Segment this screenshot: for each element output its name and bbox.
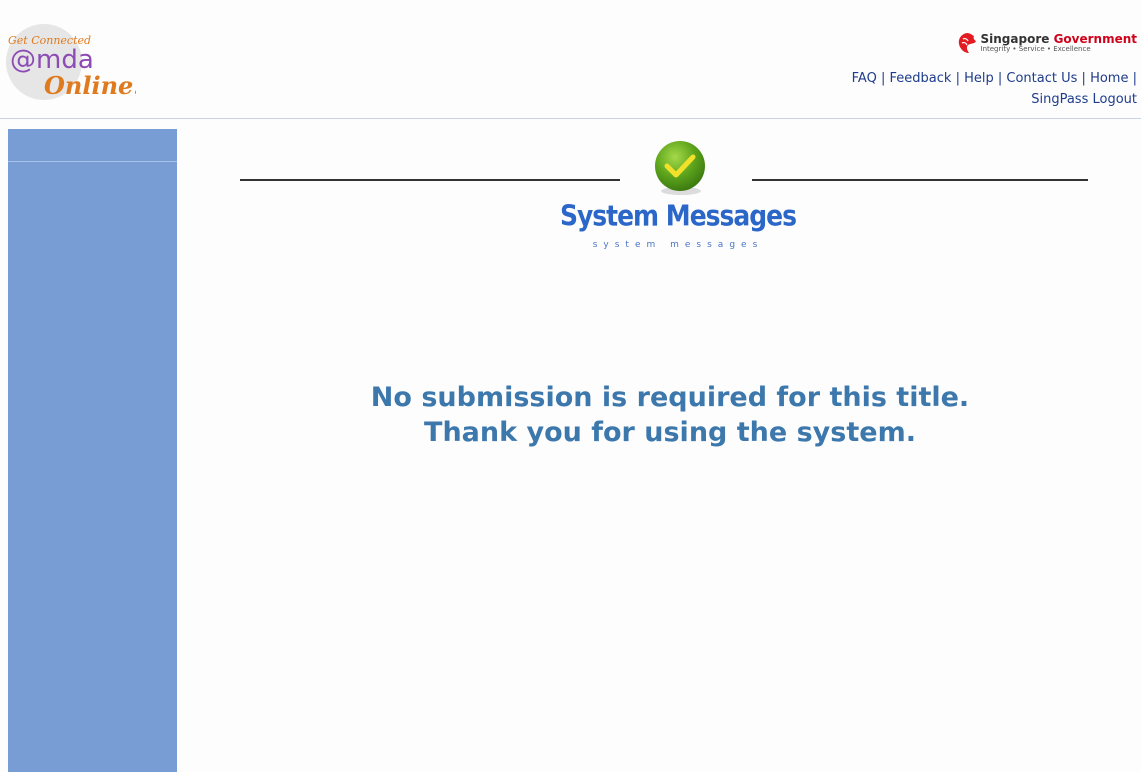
nav-separator: | <box>880 71 886 86</box>
gov-name: Singapore Government <box>980 32 1138 46</box>
banner-title: System Messages <box>559 198 797 233</box>
faq-link[interactable]: FAQ <box>852 71 877 86</box>
sidebar <box>8 129 177 772</box>
header-divider <box>0 118 1141 119</box>
singapore-government-logo: Singapore Government Integrity • Service… <box>957 30 1138 56</box>
home-link[interactable]: Home <box>1090 71 1128 86</box>
banner-subtitle: system messages <box>592 240 764 250</box>
system-message: No submission is required for this title… <box>200 380 1140 450</box>
nav-separator: | <box>955 71 960 86</box>
message-line-2: Thank you for using the system. <box>424 417 916 448</box>
sidebar-divider <box>8 161 177 162</box>
contact-us-link[interactable]: Contact Us <box>1006 71 1077 86</box>
banner-rule-left <box>240 179 620 181</box>
nav-separator: | <box>997 71 1003 86</box>
banner-rule-right <box>752 179 1088 181</box>
check-icon <box>655 141 705 195</box>
singpass-logout-link[interactable]: SingPass Logout <box>1031 92 1137 107</box>
logo-sub: Online! <box>44 71 136 100</box>
nav-separator: | <box>1081 71 1086 86</box>
mda-online-logo: Get Connected @mda Online! <box>4 22 136 102</box>
help-link[interactable]: Help <box>964 71 994 86</box>
lion-head-icon <box>958 33 976 53</box>
message-line-1: No submission is required for this title… <box>370 382 970 413</box>
nav-separator: | <box>1132 71 1137 86</box>
feedback-link[interactable]: Feedback <box>890 71 952 86</box>
gov-tagline: Integrity • Service • Excellence <box>980 45 1091 53</box>
top-nav: FAQ | Feedback | Help | Contact Us | Hom… <box>717 68 1137 110</box>
